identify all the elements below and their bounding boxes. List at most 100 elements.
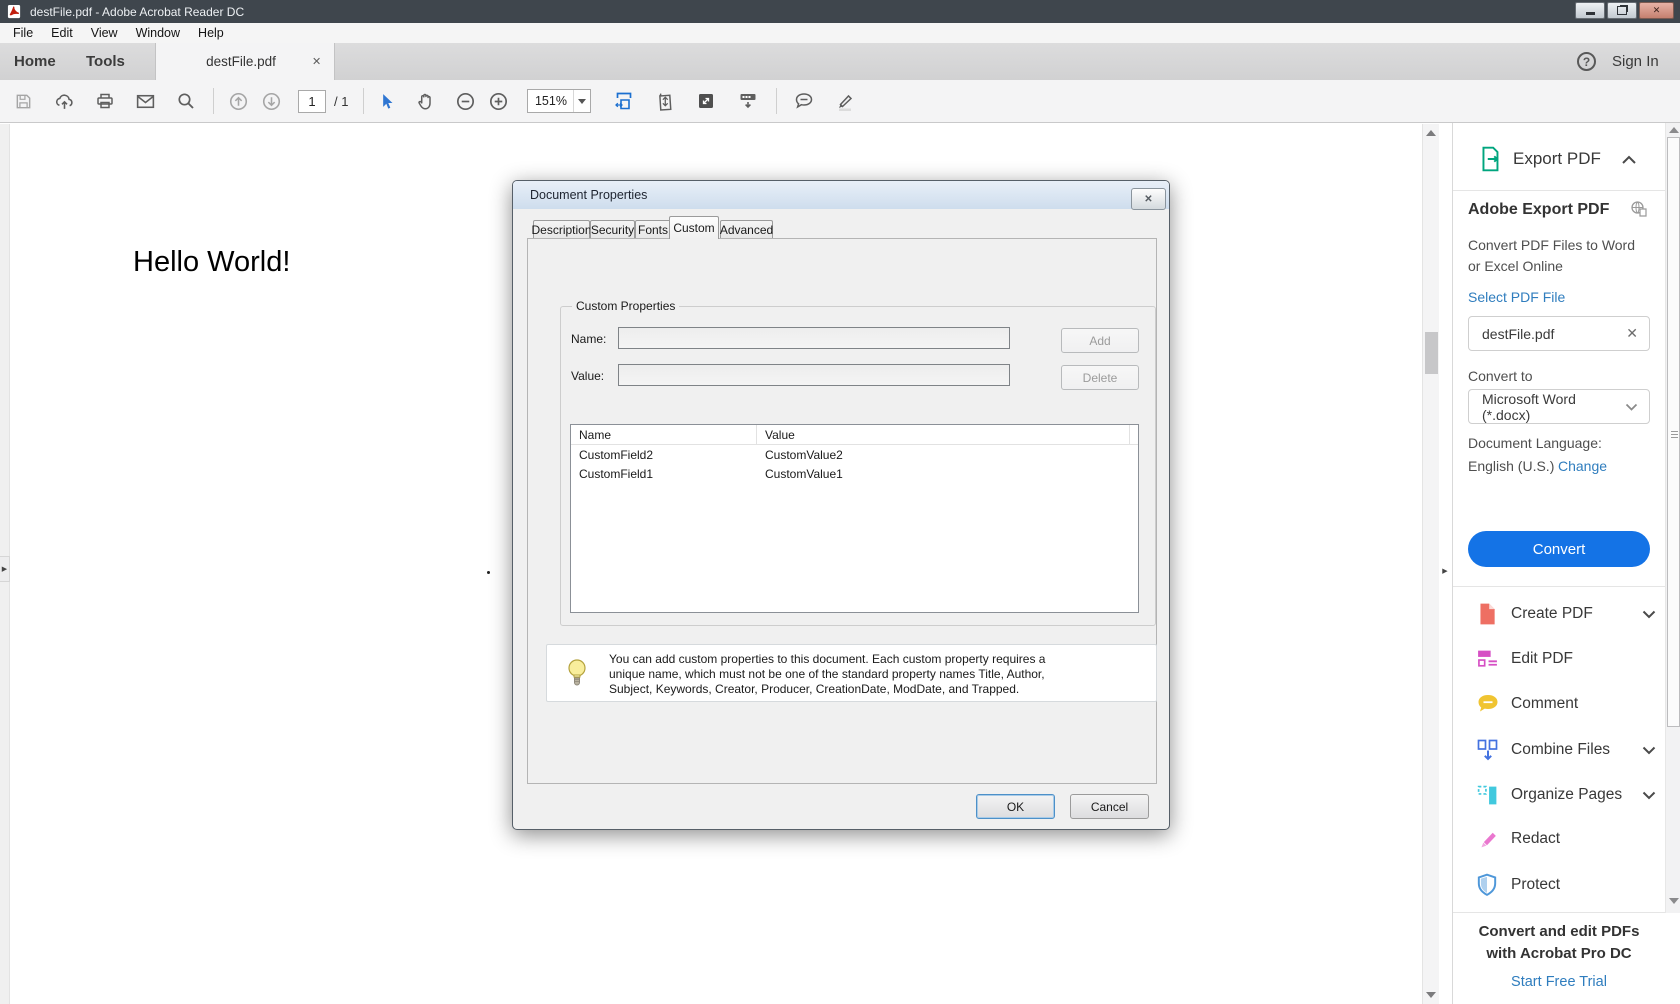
sidebar-scrollbar[interactable] <box>1665 123 1680 913</box>
clear-file-icon[interactable]: ✕ <box>1626 325 1638 342</box>
scroll-down-icon[interactable] <box>1666 898 1680 904</box>
sidebar-item-combine-files[interactable]: Combine Files <box>1468 734 1664 766</box>
dialog-tab-fonts[interactable]: Fonts <box>635 220 671 239</box>
add-button[interactable]: Add <box>1061 328 1139 353</box>
adobe-export-pdf-title: Adobe Export PDF <box>1468 201 1609 219</box>
select-pdf-file-link[interactable]: Select PDF File <box>1468 289 1565 305</box>
zoom-dropdown-arrow[interactable] <box>573 90 590 112</box>
menu-view[interactable]: View <box>82 23 127 43</box>
menu-bar: File Edit View Window Help <box>0 23 1680 43</box>
table-cell-name: CustomField1 <box>571 467 756 481</box>
fullscreen-icon[interactable] <box>696 91 716 111</box>
scroll-up-icon[interactable] <box>1666 127 1680 133</box>
table-cell-value: CustomValue1 <box>756 467 1138 481</box>
value-input[interactable] <box>618 364 1010 386</box>
table-row[interactable]: CustomField1 CustomValue1 <box>571 464 1138 483</box>
highlight-icon[interactable] <box>834 90 856 112</box>
sign-in-button[interactable]: Sign In <box>1612 43 1659 80</box>
select-tool-icon[interactable] <box>377 92 396 111</box>
zoom-in-icon[interactable] <box>488 91 509 112</box>
sidebar-item-comment[interactable]: Comment <box>1468 688 1664 720</box>
menu-edit[interactable]: Edit <box>42 23 82 43</box>
page-number-input[interactable]: 1 <box>298 90 326 113</box>
print-button[interactable] <box>95 91 115 111</box>
menu-help[interactable]: Help <box>189 23 233 43</box>
change-language-link[interactable]: Change <box>1558 458 1607 474</box>
search-icon[interactable] <box>176 91 196 111</box>
scroll-up-icon[interactable] <box>1423 130 1439 136</box>
dialog-tab-security[interactable]: Security <box>590 220 635 239</box>
chevron-up-icon[interactable] <box>1621 155 1637 165</box>
chevron-down-icon <box>1642 746 1656 755</box>
document-scrollbar-thumb[interactable] <box>1425 332 1438 374</box>
panel-description-line2: or Excel Online <box>1468 258 1563 274</box>
share-cloud-button[interactable] <box>54 91 75 112</box>
export-pdf-icon <box>1478 145 1504 173</box>
close-icon: ✕ <box>1144 194 1152 205</box>
maximize-button[interactable] <box>1607 2 1637 19</box>
selected-file-name: destFile.pdf <box>1482 326 1626 342</box>
delete-button[interactable]: Delete <box>1061 365 1139 390</box>
menu-file[interactable]: File <box>4 23 42 43</box>
dialog-close-button[interactable]: ✕ <box>1131 188 1166 210</box>
toolbar-separator <box>363 88 364 114</box>
sidebar-item-protect[interactable]: Protect <box>1468 869 1664 901</box>
pdf-page-text: Hello World! <box>133 246 290 279</box>
tab-home[interactable]: Home <box>14 43 56 80</box>
save-button[interactable] <box>14 92 33 111</box>
tip-text: You can add custom properties to this do… <box>609 652 1045 697</box>
ok-button[interactable]: OK <box>976 794 1055 819</box>
edit-pdf-icon <box>1476 648 1502 670</box>
zoom-out-icon[interactable] <box>455 91 476 112</box>
sidebar-scrollbar-thumb[interactable] <box>1667 137 1680 727</box>
navigation-pane-toggle[interactable]: ▶ <box>0 556 10 582</box>
next-page-button[interactable] <box>261 91 282 112</box>
format-dropdown[interactable]: Microsoft Word (*.docx) <box>1468 389 1650 424</box>
email-button[interactable] <box>135 91 156 112</box>
promo-text-line1: Convert and edit PDFs <box>1453 923 1665 940</box>
previous-page-button[interactable] <box>228 91 249 112</box>
menu-window[interactable]: Window <box>127 23 189 43</box>
start-free-trial-link[interactable]: Start Free Trial <box>1453 974 1665 990</box>
custom-properties-table: Name Value CustomField2 CustomValue2 Cus… <box>570 424 1139 613</box>
sidebar-item-label: Redact <box>1511 830 1664 848</box>
panel-description-line1: Convert PDF Files to Word <box>1468 237 1635 253</box>
scroll-down-icon[interactable] <box>1423 992 1439 998</box>
convert-button[interactable]: Convert <box>1468 531 1650 567</box>
zoom-level-dropdown[interactable]: 151% <box>527 89 591 113</box>
dialog-tab-description[interactable]: Description <box>533 220 590 239</box>
table-cell-value: CustomValue2 <box>756 448 1138 462</box>
sidebar-item-edit-pdf[interactable]: Edit PDF <box>1468 643 1664 675</box>
fit-page-icon[interactable] <box>655 91 676 112</box>
dialog-tab-advanced[interactable]: Advanced <box>720 220 773 239</box>
toolbar-presentation-icon[interactable] <box>737 90 759 112</box>
close-window-button[interactable]: ✕ <box>1639 2 1674 19</box>
chevron-down-icon <box>578 99 586 104</box>
name-input[interactable] <box>618 327 1010 349</box>
table-header-value[interactable]: Value <box>757 425 1130 444</box>
minimize-button[interactable] <box>1575 2 1605 19</box>
dialog-tab-custom[interactable]: Custom <box>669 216 719 239</box>
table-row[interactable]: CustomField2 CustomValue2 <box>571 445 1138 464</box>
sidebar-item-organize-pages[interactable]: Organize Pages <box>1468 779 1664 811</box>
scrolling-mode-icon[interactable] <box>613 90 635 112</box>
hand-tool-icon[interactable] <box>415 91 436 112</box>
organize-pages-icon <box>1476 784 1502 807</box>
sidebar-item-redact[interactable]: Redact <box>1468 823 1664 855</box>
create-pdf-icon <box>1476 602 1502 626</box>
sidebar-item-create-pdf[interactable]: Create PDF <box>1468 598 1664 630</box>
tab-tools[interactable]: Tools <box>86 43 125 80</box>
chevron-down-icon <box>1642 791 1656 800</box>
redact-icon <box>1476 828 1502 851</box>
tab-close-icon[interactable]: ✕ <box>312 55 334 68</box>
tab-document[interactable]: destFile.pdf ✕ <box>155 43 335 80</box>
scrollbar-grip <box>1671 431 1678 439</box>
export-pdf-header[interactable]: Export PDF <box>1478 145 1601 173</box>
document-language-value: English (U.S.) <box>1468 458 1554 474</box>
tools-pane-toggle[interactable]: ▶ <box>1440 558 1450 584</box>
table-header-name[interactable]: Name <box>571 425 757 444</box>
cancel-button[interactable]: Cancel <box>1070 794 1149 819</box>
document-scrollbar[interactable] <box>1422 124 1439 1004</box>
comment-icon[interactable] <box>793 90 815 112</box>
help-icon[interactable]: ? <box>1577 52 1596 71</box>
